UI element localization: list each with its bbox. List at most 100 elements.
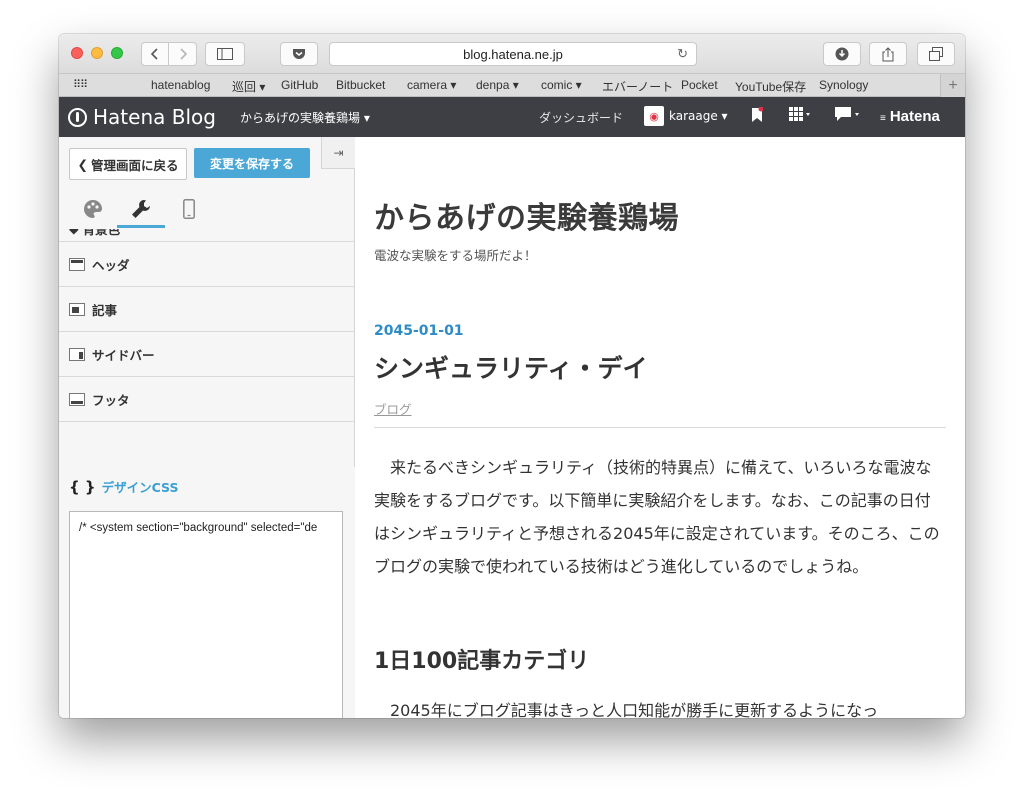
wrench-icon [132, 200, 150, 218]
entry-title[interactable]: シンギュラリティ・デイ [374, 349, 648, 385]
bookmark-youtube[interactable]: YouTube保存 [735, 78, 806, 95]
apps-grid-icon[interactable] [789, 107, 811, 121]
entry-category[interactable]: ブログ [374, 399, 412, 418]
entry-body: 来たるべきシンギュラリティ（技術的特異点）に備えて、いろいろな電波な実験をするブ… [374, 451, 946, 583]
dashboard-link[interactable]: ダッシュボード [539, 109, 623, 126]
blog-description: 電波な実験をする場所だよ！ [374, 248, 537, 263]
tab-customize[interactable] [123, 191, 159, 227]
bookmark-denpa[interactable]: denpa ▾ [476, 78, 519, 92]
entry-paragraph: 来たるべきシンギュラリティ（技術的特異点）に備えて、いろいろな電波な実験をするブ… [374, 458, 940, 576]
bookmark-bitbucket[interactable]: Bitbucket [336, 78, 385, 92]
hatena-dots-icon: ≡ [880, 113, 886, 124]
back-nav-button[interactable] [141, 42, 169, 66]
bookmark-hatenablog[interactable]: hatenablog [151, 78, 210, 92]
user-menu[interactable]: ◉ karaage ▾ [644, 106, 728, 126]
blog-title[interactable]: からあげの実験養鶏場 [374, 193, 679, 237]
section-sidebar[interactable]: サイドバー [59, 332, 355, 377]
hatena-logo-icon [68, 107, 87, 127]
design-panel: ❮ 管理画面に戻る 変更を保存する ⇥ ◆ 背景色 [59, 137, 355, 718]
nav-buttons [141, 42, 197, 66]
hatena-brand-text: Hatena [889, 108, 940, 125]
bookmark-junkai[interactable]: 巡回 ▾ [232, 78, 265, 95]
tabs-icon [929, 47, 943, 61]
section-sidebar-label: サイドバー [92, 347, 155, 363]
hatena-brand-link[interactable]: ≡ Hatena [880, 108, 940, 125]
chevron-left-icon [150, 48, 158, 60]
reload-icon[interactable]: ↻ [677, 46, 688, 62]
add-bookmark-button[interactable]: + [940, 74, 965, 97]
design-css-section: { } デザインCSS /* <system section="backgrou… [59, 467, 355, 718]
bookmark-icon[interactable] [751, 107, 763, 123]
browser-window: blog.hatena.ne.jp ↻ ⠿⠿ hatenablog 巡回 ▾ G… [59, 34, 965, 718]
notification-icon[interactable] [835, 107, 861, 121]
pocket-icon [293, 49, 305, 59]
css-content: /* <system section="background" selected… [79, 522, 318, 534]
design-tabs [59, 187, 355, 229]
entry-date[interactable]: 2045-01-01 [374, 323, 464, 339]
zoom-window-button[interactable] [111, 47, 123, 59]
close-window-button[interactable] [71, 47, 83, 59]
design-css-header[interactable]: { } デザインCSS [69, 477, 178, 496]
entry-paragraph-2: 2045年にブログ記事はきっと人口知能が勝手に更新するようになっ [390, 701, 879, 718]
save-changes-button[interactable]: 変更を保存する [194, 148, 310, 178]
palette-icon [84, 200, 102, 218]
share-icon [882, 46, 894, 61]
bookmark-evernote[interactable]: エバーノート [602, 78, 673, 95]
section-header-label: ヘッダ [92, 257, 130, 273]
footer-layout-icon [69, 392, 85, 406]
hatena-blog-logo[interactable]: Hatena Blog [68, 105, 216, 129]
browser-toolbar: blog.hatena.ne.jp ↻ [59, 34, 965, 74]
bookmark-github[interactable]: GitHub [281, 78, 318, 92]
back-to-admin-label: 管理画面に戻る [90, 157, 179, 173]
collapse-panel-button[interactable]: ⇥ [321, 137, 355, 169]
minimize-window-button[interactable] [91, 47, 103, 59]
design-css-label: デザインCSS [101, 480, 179, 495]
hatena-header: Hatena Blog からあげの実験養鶏場 ▾ ダッシュボード ◉ karaa… [59, 97, 965, 137]
bookmark-pocket[interactable]: Pocket [681, 78, 718, 92]
bookmark-synology[interactable]: Synology [819, 78, 868, 92]
section-footer-label: フッタ [92, 392, 130, 408]
download-icon [835, 47, 849, 61]
smartphone-icon [183, 199, 195, 219]
url-text: blog.hatena.ne.jp [463, 46, 563, 62]
blog-preview: からあげの実験養鶏場 電波な実験をする場所だよ！ 2045-01-01 シンギュ… [355, 137, 965, 718]
braces-icon: { } [69, 477, 96, 496]
sidebar-icon [217, 48, 233, 60]
forward-nav-button[interactable] [169, 42, 197, 66]
tabs-overview-button[interactable] [917, 42, 955, 66]
header-layout-icon [69, 257, 85, 271]
downloads-button[interactable] [823, 42, 861, 66]
section-entry-label: 記事 [92, 302, 118, 318]
grid-icon[interactable]: ⠿⠿ [73, 78, 88, 91]
section-background-label: 背景色 [82, 229, 121, 237]
bookmark-camera[interactable]: camera ▾ [407, 78, 456, 92]
share-button[interactable] [869, 42, 907, 66]
avatar: ◉ [644, 106, 664, 126]
entry-divider [374, 427, 946, 428]
section-header[interactable]: ヘッダ [59, 242, 355, 287]
chevron-right-icon [179, 48, 187, 60]
tab-smartphone[interactable] [171, 191, 207, 227]
entry-heading: 1日100記事カテゴリ [374, 649, 590, 674]
background-icon: ◆ [69, 229, 79, 236]
logo-text: Hatena Blog [93, 105, 216, 129]
blog-switcher[interactable]: からあげの実験養鶏場 ▾ [240, 109, 370, 126]
address-bar[interactable]: blog.hatena.ne.jp ↻ [329, 42, 697, 66]
design-css-editor[interactable]: /* <system section="background" selected… [69, 511, 343, 718]
sidebar-layout-icon [69, 347, 85, 361]
section-entry[interactable]: 記事 [59, 287, 355, 332]
section-list: ◆ 背景色 ヘッダ 記事 サイドバー フッタ [59, 229, 355, 422]
section-background[interactable]: ◆ 背景色 [59, 229, 355, 242]
chevron-left-icon: ❮ [77, 156, 88, 172]
tab-theme[interactable] [75, 191, 111, 227]
pocket-button[interactable] [280, 42, 318, 66]
active-tab-indicator [117, 225, 165, 228]
user-name: karaage ▾ [669, 109, 728, 123]
entry-layout-icon [69, 302, 85, 316]
section-footer[interactable]: フッタ [59, 377, 355, 422]
back-to-admin-button[interactable]: ❮ 管理画面に戻る [69, 148, 187, 180]
sidebar-toggle-button[interactable] [205, 42, 245, 66]
bookmark-comic[interactable]: comic ▾ [541, 78, 582, 92]
collapse-arrow-icon: ⇥ [333, 145, 344, 160]
bookmarks-bar: ⠿⠿ hatenablog 巡回 ▾ GitHub Bitbucket came… [59, 74, 965, 97]
